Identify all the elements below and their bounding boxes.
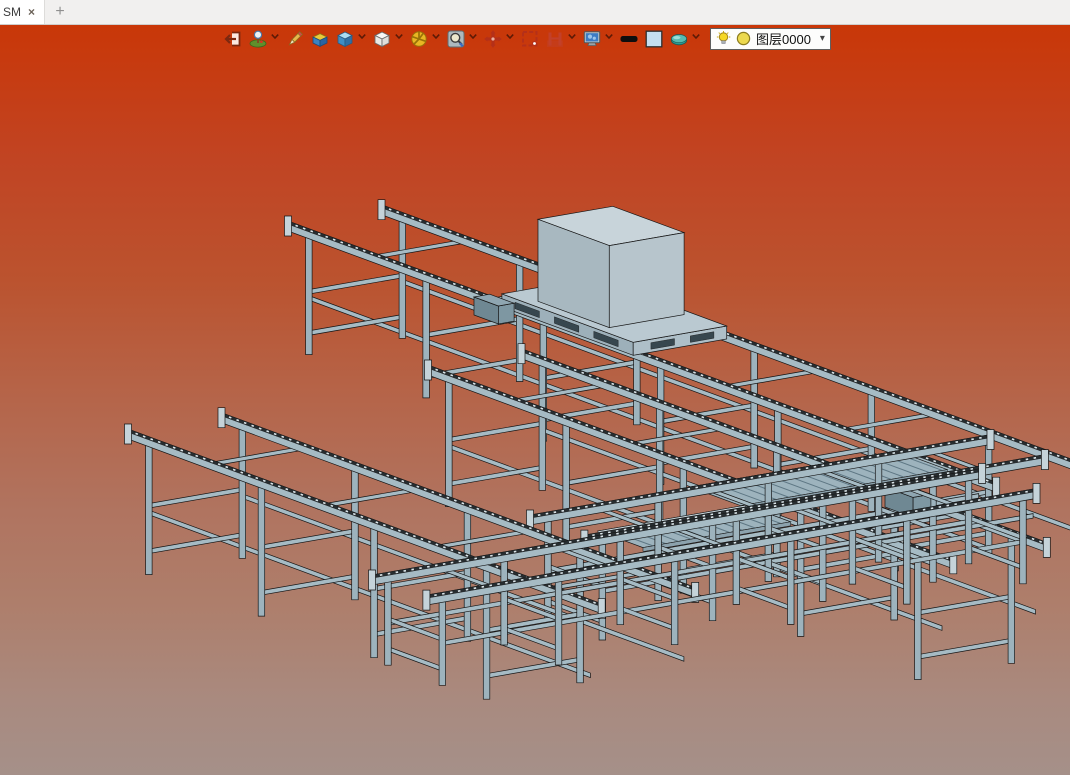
chevron-down-icon bbox=[394, 26, 404, 51]
chevron-down-icon bbox=[567, 26, 577, 51]
shaded-view-dropdown-arrow[interactable] bbox=[356, 28, 367, 49]
lightbulb-icon[interactable] bbox=[715, 30, 732, 47]
combo-dropdown-arrow[interactable]: ▾ bbox=[818, 33, 827, 44]
select-box-icon bbox=[520, 29, 540, 49]
view-orientation-icon bbox=[409, 29, 429, 49]
scene-tree-button[interactable] bbox=[247, 28, 268, 49]
display-settings-dropdown-arrow[interactable] bbox=[603, 28, 614, 49]
layer-selector[interactable]: 图层0000 ▾ bbox=[710, 27, 831, 50]
layer-selector-value: 图层0000 bbox=[756, 32, 811, 47]
document-tab-title: SM bbox=[3, 5, 21, 19]
clip-plane-dropdown-arrow[interactable] bbox=[566, 28, 577, 49]
tab-bar: SM × + bbox=[0, 0, 1070, 25]
zoom-button[interactable] bbox=[445, 28, 466, 49]
3d-viewport[interactable]: 图层0000 ▾ bbox=[0, 25, 1070, 775]
clip-plane-icon bbox=[545, 29, 565, 49]
material-button[interactable] bbox=[668, 28, 689, 49]
pan-icon bbox=[483, 29, 503, 49]
shaded-view-icon bbox=[335, 29, 355, 49]
line-width-swatch bbox=[619, 29, 639, 49]
layer-color-icon[interactable] bbox=[735, 30, 752, 47]
view-orientation-button[interactable] bbox=[408, 28, 429, 49]
clip-plane-button[interactable] bbox=[544, 28, 565, 49]
solid-box-button[interactable] bbox=[309, 28, 330, 49]
background-color-swatch bbox=[644, 29, 664, 49]
wireframe-view-button[interactable] bbox=[371, 28, 392, 49]
select-box-button[interactable] bbox=[519, 28, 540, 49]
chevron-down-icon bbox=[505, 26, 515, 51]
pan-button[interactable] bbox=[482, 28, 503, 49]
new-tab-button[interactable]: + bbox=[45, 0, 75, 24]
exit-icon bbox=[223, 29, 243, 49]
zoom-icon bbox=[446, 29, 466, 49]
document-tab[interactable]: SM × bbox=[0, 0, 46, 24]
chevron-down-icon bbox=[357, 26, 367, 51]
background-color-swatch[interactable] bbox=[643, 28, 664, 49]
zoom-dropdown-arrow[interactable] bbox=[467, 28, 478, 49]
wireframe-view-icon bbox=[372, 29, 392, 49]
3d-model-canvas[interactable] bbox=[0, 25, 1070, 775]
exit-button[interactable] bbox=[222, 28, 243, 49]
wireframe-view-dropdown-arrow[interactable] bbox=[393, 28, 404, 49]
material-icon bbox=[669, 29, 689, 49]
chevron-down-icon bbox=[604, 26, 614, 51]
view-orientation-dropdown-arrow[interactable] bbox=[430, 28, 441, 49]
chevron-down-icon bbox=[691, 26, 701, 51]
sketch-pencil-icon bbox=[285, 29, 305, 49]
solid-box-icon bbox=[310, 29, 330, 49]
chevron-down-icon bbox=[270, 26, 280, 51]
display-settings-button[interactable] bbox=[581, 28, 602, 49]
shaded-view-button[interactable] bbox=[334, 28, 355, 49]
line-width-swatch[interactable] bbox=[618, 28, 639, 49]
chevron-down-icon bbox=[468, 26, 478, 51]
tab-close-icon[interactable]: × bbox=[28, 6, 35, 18]
chevron-down-icon bbox=[431, 26, 441, 51]
sketch-pencil-button[interactable] bbox=[284, 28, 305, 49]
quick-toolbar: 图层0000 ▾ bbox=[219, 27, 831, 50]
scene-tree-dropdown-arrow[interactable] bbox=[269, 28, 280, 49]
scene-tree-icon bbox=[248, 29, 268, 49]
material-dropdown-arrow[interactable] bbox=[690, 28, 701, 49]
pan-dropdown-arrow[interactable] bbox=[504, 28, 515, 49]
display-settings-icon bbox=[582, 29, 602, 49]
